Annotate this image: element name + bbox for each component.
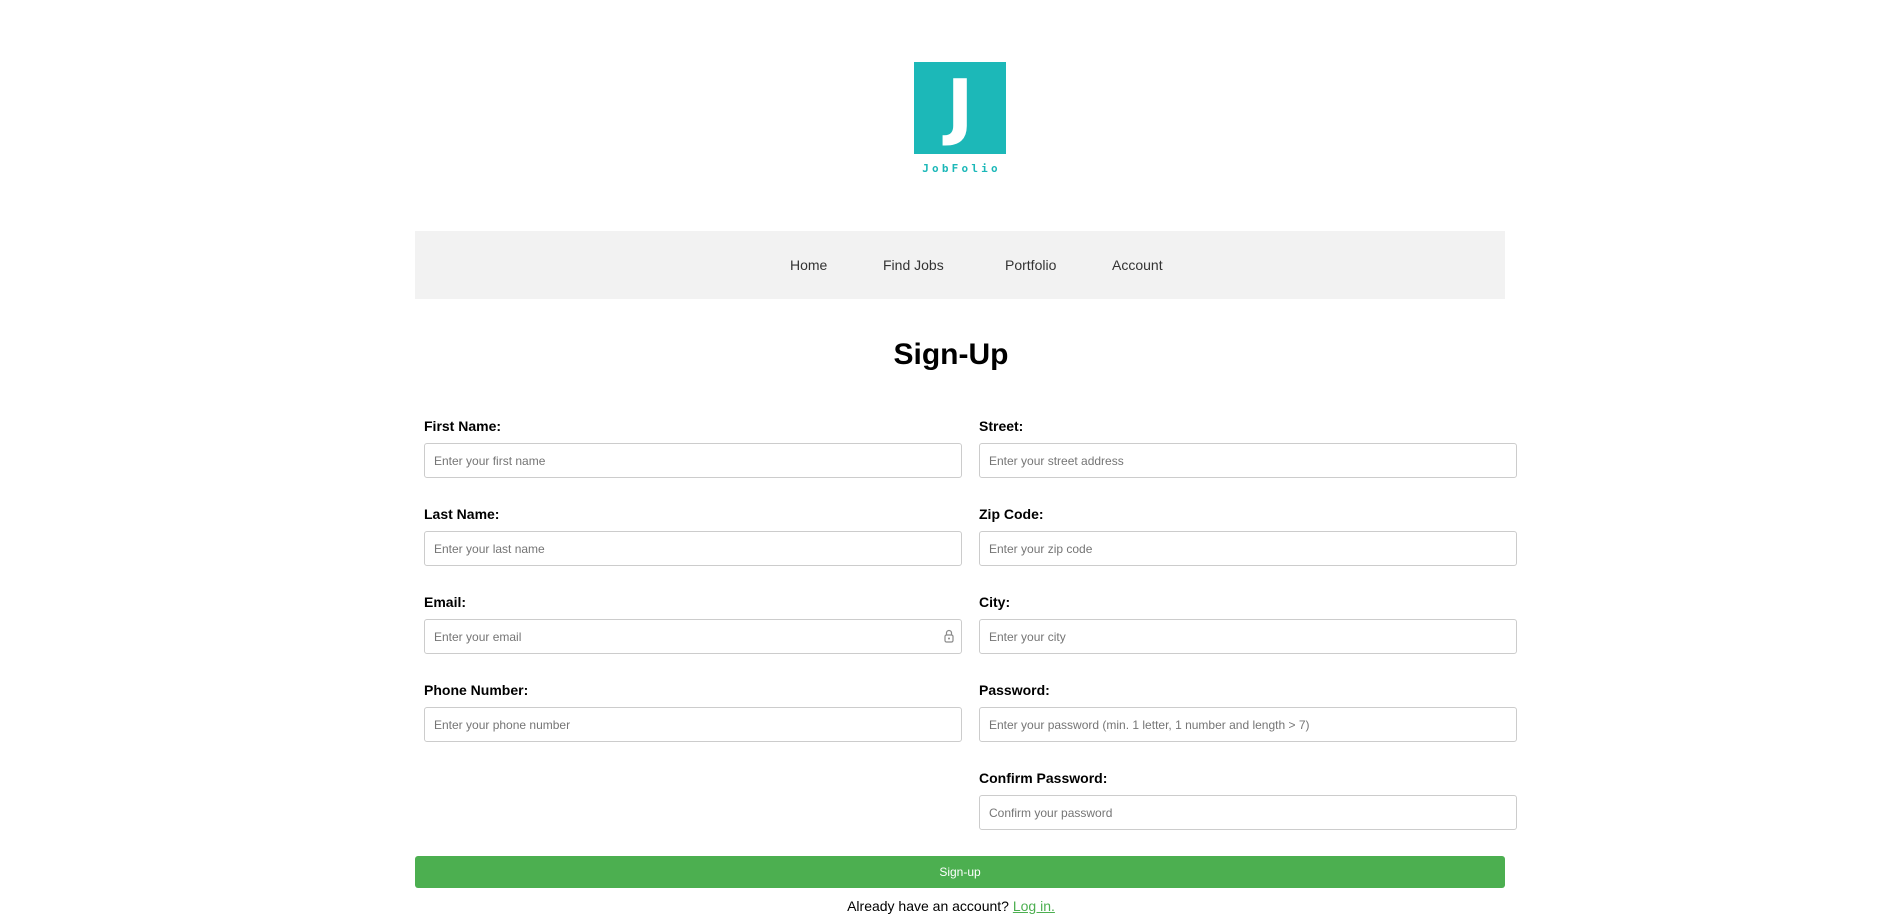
email-input-wrap bbox=[424, 619, 962, 654]
confirm-password-field: Confirm Password: bbox=[979, 770, 1517, 830]
city-input[interactable] bbox=[979, 619, 1517, 654]
password-label: Password: bbox=[979, 682, 1050, 698]
last-name-input[interactable] bbox=[424, 531, 962, 566]
first-name-field: First Name: bbox=[424, 418, 962, 478]
nav-item-portfolio[interactable]: Portfolio bbox=[1005, 231, 1056, 299]
first-name-label: First Name: bbox=[424, 418, 502, 434]
login-link[interactable]: Log in. bbox=[1013, 898, 1055, 914]
last-name-field: Last Name: bbox=[424, 506, 962, 566]
phone-field: Phone Number: bbox=[424, 682, 962, 742]
password-field: Password: bbox=[979, 682, 1517, 742]
signup-page: J JobFolio Home Find Jobs Portfolio Acco… bbox=[0, 0, 1902, 923]
signup-button[interactable]: Sign-up bbox=[415, 856, 1505, 888]
street-input[interactable] bbox=[979, 443, 1517, 478]
password-manager-key-icon[interactable] bbox=[944, 629, 954, 643]
main-nav: Home Find Jobs Portfolio Account bbox=[415, 231, 1505, 299]
confirm-password-label: Confirm Password: bbox=[979, 770, 1108, 786]
logo[interactable]: J JobFolio bbox=[914, 62, 1006, 175]
email-input[interactable] bbox=[424, 619, 962, 654]
zip-code-field: Zip Code: bbox=[979, 506, 1517, 566]
phone-label: Phone Number: bbox=[424, 682, 529, 698]
email-label: Email: bbox=[424, 594, 467, 610]
street-label: Street: bbox=[979, 418, 1024, 434]
zip-code-label: Zip Code: bbox=[979, 506, 1044, 522]
zip-code-input[interactable] bbox=[979, 531, 1517, 566]
login-prompt: Already have an account? Log in. bbox=[0, 898, 1902, 914]
logo-text: JobFolio bbox=[922, 162, 1001, 175]
phone-input[interactable] bbox=[424, 707, 962, 742]
password-input[interactable] bbox=[979, 707, 1517, 742]
city-label: City: bbox=[979, 594, 1011, 610]
logo-mark: J bbox=[914, 62, 1006, 154]
logo-letter: J bbox=[946, 64, 974, 148]
confirm-password-input[interactable] bbox=[979, 795, 1517, 830]
nav-item-account[interactable]: Account bbox=[1112, 231, 1163, 299]
login-prompt-text: Already have an account? bbox=[847, 898, 1009, 914]
nav-item-find-jobs[interactable]: Find Jobs bbox=[883, 231, 944, 299]
first-name-input[interactable] bbox=[424, 443, 962, 478]
city-field: City: bbox=[979, 594, 1517, 654]
page-title: Sign-Up bbox=[893, 338, 1009, 371]
last-name-label: Last Name: bbox=[424, 506, 500, 522]
street-field: Street: bbox=[979, 418, 1517, 478]
nav-item-home[interactable]: Home bbox=[790, 231, 827, 299]
email-field: Email: bbox=[424, 594, 962, 654]
